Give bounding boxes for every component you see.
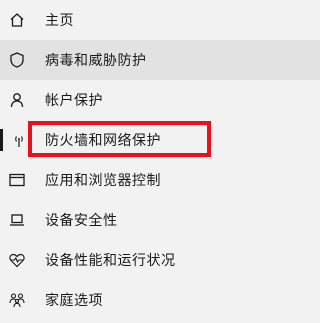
sidebar-item-label: 设备安全性 — [45, 213, 118, 229]
sidebar-item-home[interactable]: 主页 — [0, 0, 320, 40]
sidebar-item-label: 病毒和威胁防护 — [45, 53, 147, 69]
laptop-icon — [8, 211, 26, 229]
sidebar-item-label: 防火墙和网络保护 — [45, 133, 161, 149]
sidebar-item-label: 主页 — [45, 13, 74, 29]
family-icon — [8, 291, 26, 309]
person-icon — [8, 91, 26, 109]
sidebar-item-device-performance-health[interactable]: 设备性能和运行状况 — [0, 240, 320, 280]
sidebar-item-account-protection[interactable]: 帐户保护 — [0, 80, 320, 120]
sidebar-item-virus-threat-protection[interactable]: 病毒和威胁防护 — [0, 40, 320, 80]
sidebar-item-label: 帐户保护 — [45, 93, 103, 109]
home-icon — [8, 11, 26, 29]
shield-icon — [8, 51, 26, 69]
sidebar-item-app-browser-control[interactable]: 应用和浏览器控制 — [0, 160, 320, 200]
sidebar-item-label: 家庭选项 — [45, 293, 103, 309]
content-area-edge — [320, 0, 328, 323]
sidebar-item-device-security[interactable]: 设备安全性 — [0, 200, 320, 240]
sidebar-item-firewall-network-protection[interactable]: 防火墙和网络保护 — [0, 120, 320, 160]
wifi-antenna-icon — [8, 131, 26, 149]
sidebar-item-label: 设备性能和运行状况 — [45, 253, 176, 269]
heart-pulse-icon — [8, 251, 26, 269]
navigation-sidebar: 主页 病毒和威胁防护 帐户保护 防火墙和网络保护 应用和浏览器控制 设备安全性 — [0, 0, 328, 323]
sidebar-item-family-options[interactable]: 家庭选项 — [0, 280, 320, 320]
sidebar-item-label: 应用和浏览器控制 — [45, 173, 161, 189]
browser-window-icon — [8, 171, 26, 189]
